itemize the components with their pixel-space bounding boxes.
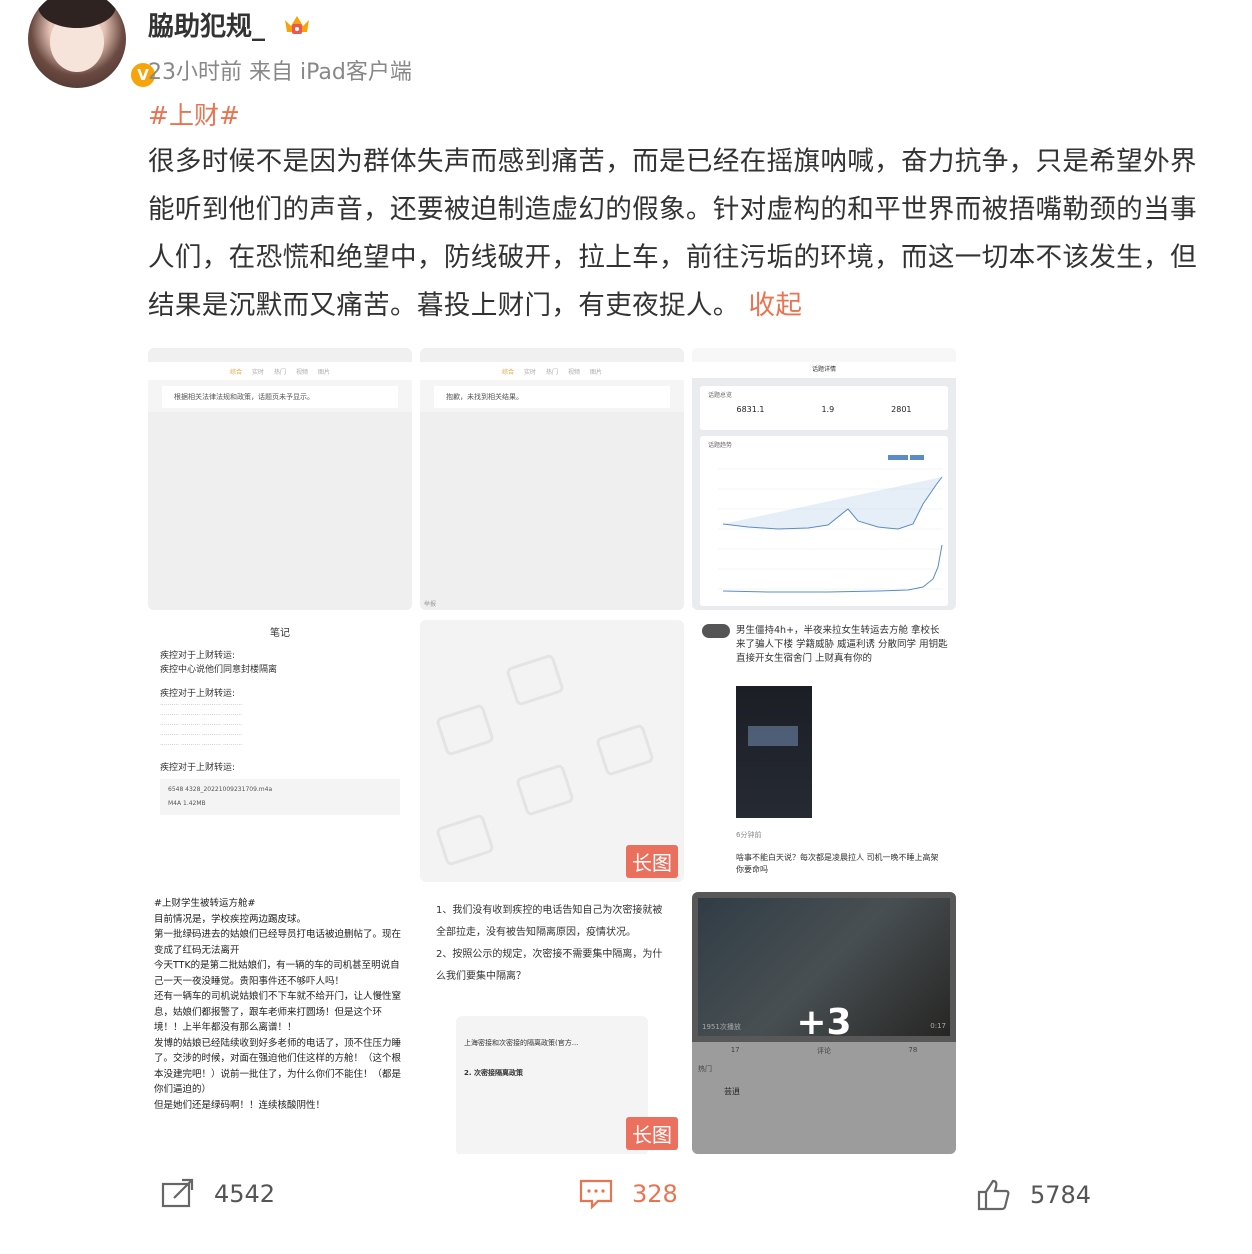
comment-count: 328: [632, 1180, 678, 1208]
inner-screenshot: 上海密接和次密接的隔离政策(官方... 2. 次密接隔离政策: [456, 1016, 648, 1154]
night-photo: [736, 686, 812, 818]
post-body: 很多时候不是因为群体失声而感到痛苦，而是已经在摇旗呐喊，奋力抗争，只是希望外界能…: [148, 138, 1210, 330]
repost-icon: [161, 1178, 194, 1208]
image-placeholder-icon: [595, 723, 655, 777]
image-thumb-8[interactable]: 1、我们没有收到疾控的电话告知自己为次密接就被全部拉走，没有被告知隔离原因，疫情…: [420, 892, 684, 1154]
post-body-text: 很多时候不是因为群体失声而感到痛苦，而是已经在摇旗呐喊，奋力抗争，只是希望外界能…: [148, 146, 1197, 321]
like-count: 5784: [1030, 1181, 1092, 1209]
post-actions: 4542 328 5784: [0, 1172, 1252, 1222]
image-thumb-9[interactable]: 1951次播放 0:17 17 评论 78 热门 芸逍 +3: [692, 892, 956, 1154]
image-thumb-5[interactable]: 长图: [420, 620, 684, 882]
note-title: 笔记: [270, 628, 290, 639]
image-thumb-4[interactable]: 笔记 疾控对于上财转运: 疾控中心说他们同意封楼隔离 疾控对于上财转运: ···…: [148, 620, 412, 882]
post-meta: 23小时前 来自 iPad客户端: [148, 60, 412, 85]
screenshot-post-text: 1、我们没有收到疾控的电话告知自己为次密接就被全部拉走，没有被告知隔离原因，疫情…: [436, 905, 663, 982]
screenshot-message: 根据相关法律法规和政策，话题页未予显示。: [162, 386, 398, 408]
avatar[interactable]: V: [28, 0, 158, 90]
screenshot-tabs: 综合 实时 热门 视频 图片: [148, 362, 412, 380]
repost-button[interactable]: 4542: [160, 1178, 275, 1210]
collapse-link[interactable]: 收起: [748, 290, 802, 321]
username[interactable]: 脇助犯规_: [148, 6, 265, 43]
screenshot-post-text: #上财学生被转运方舱# 目前情况是，学校疾控两边踢皮球。 第一批绿码进去的姑娘们…: [154, 898, 402, 1111]
thumbs-up-icon: [977, 1179, 1010, 1211]
image-thumb-2[interactable]: 综合 实时 热门 视频 图片 抱歉，未找到相关结果。 举报: [420, 348, 684, 610]
more-images-overlay[interactable]: +3: [692, 892, 956, 1154]
screenshot-footer-hint: 举报: [424, 601, 437, 608]
screenshot-statusbar: [148, 348, 412, 362]
audio-attachment: 6548 4328_20221009231709.m4a M4A 1.42MB: [160, 779, 400, 815]
screenshot-statusbar: [420, 348, 684, 362]
image-placeholder-icon: [515, 763, 575, 817]
comment-icon: [579, 1179, 613, 1210]
screenshot-time: 6分钟前: [736, 831, 762, 839]
vip-crown-icon[interactable]: [282, 10, 312, 38]
comment-button[interactable]: 328: [578, 1178, 678, 1210]
image-placeholder-icon: [435, 813, 495, 867]
screenshot-header: 话题详情: [692, 362, 956, 378]
image-placeholder-icon: [505, 653, 565, 707]
topic-trend-card: 话题趋势: [700, 436, 948, 606]
long-image-badge: 长图: [626, 845, 678, 878]
screenshot-message: 抱歉，未找到相关结果。: [434, 386, 670, 408]
topic-link[interactable]: #上财#: [148, 96, 240, 132]
avatar: [702, 624, 730, 638]
like-button[interactable]: 5784: [976, 1178, 1091, 1212]
image-grid: 综合 实时 热门 视频 图片 根据相关法律法规和政策，话题页未予显示。 综合 实时 热门 视频…: [148, 348, 956, 1156]
image-thumb-6[interactable]: 男生僵持4h+，半夜来拉女生转运去方舱 拿校长来了骗人下楼 学籍威胁 威逼利诱 …: [692, 620, 956, 882]
repost-count: 4542: [214, 1180, 276, 1208]
image-thumb-3[interactable]: 话题详情 话题总览 6831.1 1.9 2801 话题趋势: [692, 348, 956, 610]
image-thumb-1[interactable]: 综合 实时 热门 视频 图片 根据相关法律法规和政策，话题页未予显示。: [148, 348, 412, 610]
avatar-photo[interactable]: [28, 0, 126, 88]
screenshot-post-text: 男生僵持4h+，半夜来拉女生转运去方舱 拿校长来了骗人下楼 学籍威胁 威逼利诱 …: [736, 625, 948, 664]
image-placeholder-icon: [435, 703, 495, 757]
note-content: 疾控对于上财转运: 疾控中心说他们同意封楼隔离 疾控对于上财转运: ······…: [148, 639, 412, 825]
screenshot-tabs: 综合 实时 热门 视频 图片: [420, 362, 684, 380]
image-thumb-7[interactable]: #上财学生被转运方舱# 目前情况是，学校疾控两边踢皮球。 第一批绿码进去的姑娘们…: [148, 892, 412, 1154]
long-image-badge: 长图: [626, 1117, 678, 1150]
screenshot-comment: 啥事不能白天说？每次都是凌晨拉人 司机一晚不睡上高架 你要命吗: [736, 853, 939, 874]
topic-overview-card: 话题总览 6831.1 1.9 2801: [700, 386, 948, 430]
trend-line-chart: [718, 455, 943, 593]
